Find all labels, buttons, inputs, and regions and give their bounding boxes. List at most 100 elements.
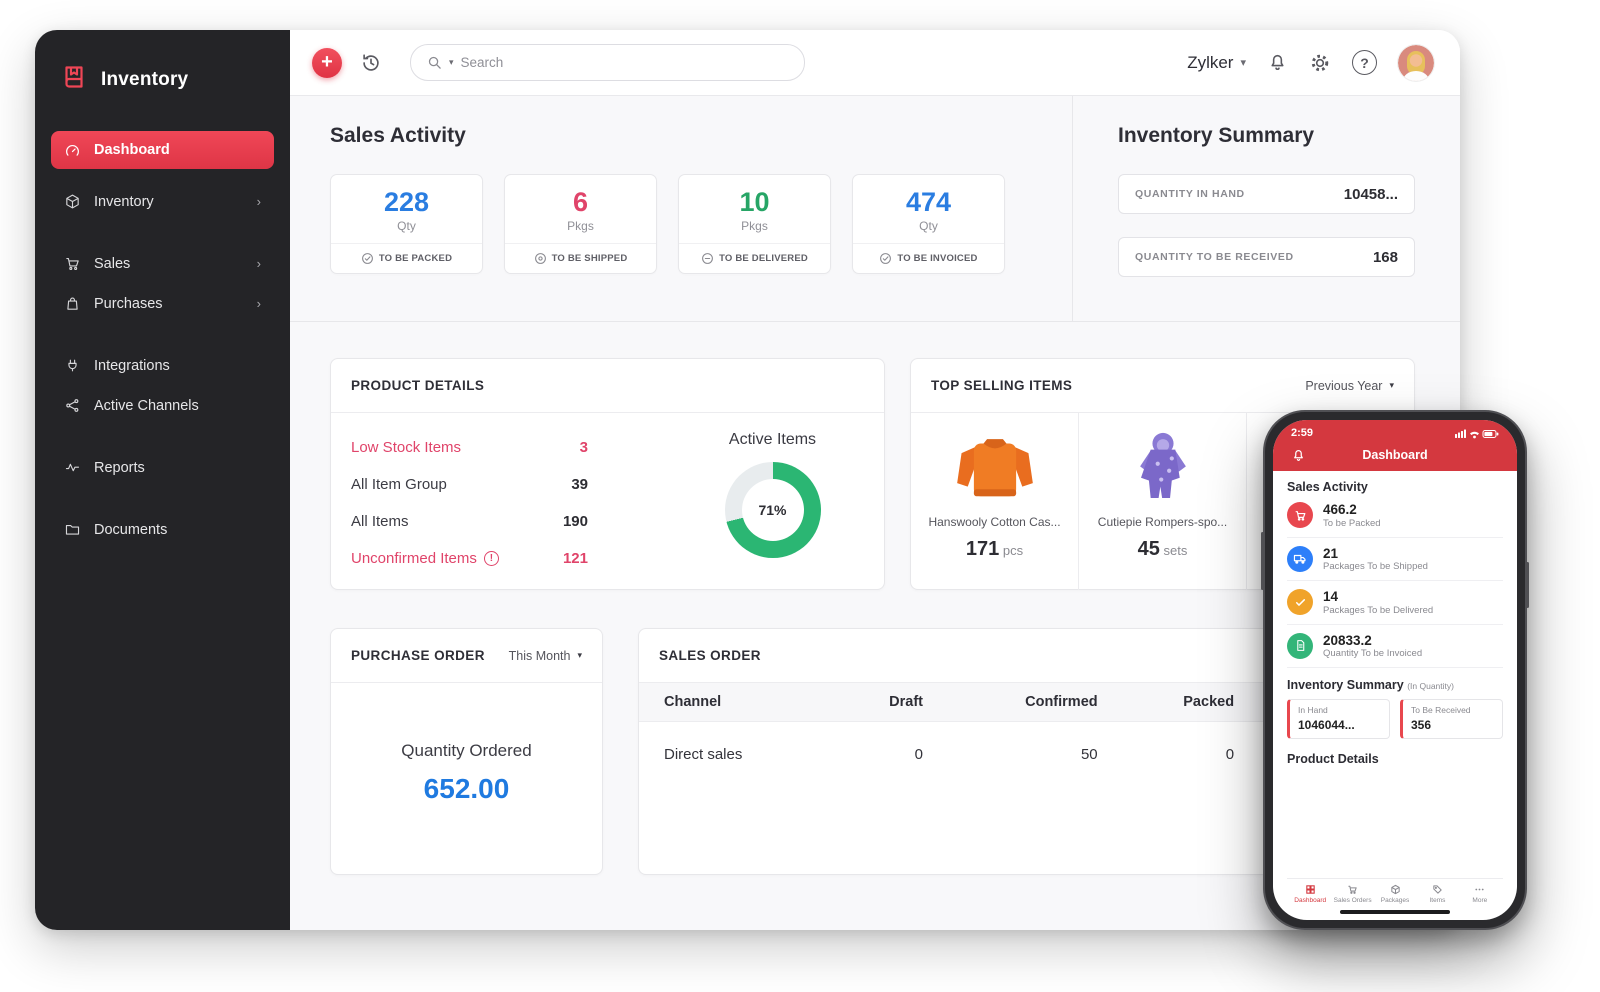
phone-content: Sales Activity 466.2 To be Packed 21 Pac… [1273, 471, 1517, 906]
metric-label: TO BE PACKED [331, 243, 482, 273]
chevron-right-icon: › [256, 194, 261, 209]
sidebar-item-label: Active Channels [94, 397, 199, 414]
phone-tab-more[interactable]: More [1459, 884, 1501, 904]
cart-icon [1287, 502, 1313, 529]
notifications-button[interactable] [1267, 52, 1288, 73]
plus-icon: + [321, 50, 333, 73]
info-icon[interactable]: ! [483, 551, 499, 566]
purchase-order-period-dropdown[interactable]: This Month ▾ [509, 649, 582, 663]
cart-icon [66, 257, 79, 271]
sidebar-item-purchases[interactable]: Purchases › [51, 285, 274, 322]
unconfirmed-items-row[interactable]: Unconfirmed Items ! 121 [351, 540, 588, 577]
pulse-chart-icon [65, 463, 80, 472]
phone-tab-sales-orders[interactable]: Sales Orders [1331, 884, 1373, 904]
search-input[interactable] [460, 55, 788, 70]
inventory-summary-title: Inventory Summary [1118, 124, 1315, 147]
app-title: Inventory [101, 68, 189, 90]
sidebar-item-label: Documents [94, 521, 168, 538]
sidebar-item-integrations[interactable]: Integrations [51, 347, 274, 384]
phone-tab-dashboard[interactable]: Dashboard [1289, 884, 1331, 904]
panel-title: PRODUCT DETAILS [351, 378, 485, 393]
item-qty: 45 sets [1137, 538, 1188, 560]
metric-value: 6 [572, 187, 589, 217]
summary-value: 10458... [1343, 185, 1398, 203]
metric-unit: Pkgs [741, 219, 768, 234]
phone-sales-activity-title: Sales Activity [1287, 480, 1368, 494]
app-logo: Inventory [59, 62, 274, 97]
item-qty: 171 pcs [965, 538, 1024, 560]
item-name: Hanswooly Cotton Cas... [928, 515, 1061, 529]
plug-icon [68, 359, 77, 372]
invoice-icon [1287, 632, 1313, 659]
quantity-ordered-value: 652.00 [423, 773, 510, 804]
settings-button[interactable] [1309, 52, 1331, 74]
sidebar-item-dashboard[interactable]: Dashboard [51, 131, 274, 169]
metric-label: TO BE INVOICED [853, 243, 1004, 273]
product-details-panel: PRODUCT DETAILS Low Stock Items 3 All It… [330, 358, 885, 590]
phone-tab-packages[interactable]: Packages [1374, 884, 1416, 904]
phone-time: 2:59 [1291, 427, 1314, 439]
sidebar-item-label: Integrations [94, 357, 170, 374]
metric-label: TO BE DELIVERED [679, 243, 830, 273]
top-selling-period-dropdown[interactable]: Previous Year ▾ [1305, 379, 1394, 393]
gear-icon [1311, 54, 1329, 71]
org-switcher[interactable]: Zylker ▾ [1187, 53, 1246, 73]
phone-status-header: 2:59 Dashboard [1273, 420, 1517, 471]
sales-activity-section: Sales Activity 228 Qty TO BE PACKED 6 Pk… [290, 96, 1072, 321]
quantity-to-be-received-box: QUANTITY TO BE RECEIVED 168 [1118, 237, 1415, 277]
sidebar-item-label: Purchases [94, 295, 163, 312]
grid-icon [1305, 885, 1315, 894]
phone-home-indicator [1340, 910, 1450, 914]
donut-percent-label: 71% [758, 502, 787, 518]
sweater-image [956, 439, 1033, 497]
tag-icon [1433, 885, 1442, 894]
status-icons [1455, 429, 1499, 438]
search-bar[interactable]: ▾ [410, 44, 805, 81]
phone-tab-items[interactable]: Items [1416, 884, 1458, 904]
topbar-right: Zylker ▾ ? [1187, 44, 1434, 81]
sidebar-item-label: Inventory [94, 193, 154, 210]
dashboard-icon [66, 144, 79, 156]
to-be-invoiced-card[interactable]: 474 Qty TO BE INVOICED [852, 174, 1005, 274]
phone-status-bar: 2:59 [1291, 427, 1499, 439]
top-selling-item[interactable]: Hanswooly Cotton Cas... 171 pcs [911, 413, 1079, 590]
inventory-summary-section: Inventory Summary QUANTITY IN HAND 10458… [1072, 96, 1460, 321]
sidebar-item-documents[interactable]: Documents [51, 511, 274, 548]
quantity-ordered-label: Quantity Ordered [401, 741, 532, 760]
metric-value: 474 [905, 187, 952, 217]
phone-metric-delivered[interactable]: 14 Packages To be Delivered [1287, 581, 1503, 625]
phone-metric-invoiced[interactable]: 20833.2 Quantity To be Invoiced [1287, 625, 1503, 669]
cart-icon [1348, 885, 1357, 894]
sidebar-item-inventory[interactable]: Inventory › [51, 183, 274, 220]
low-stock-items-row[interactable]: Low Stock Items 3 [351, 429, 588, 466]
all-items-row[interactable]: All Items 190 [351, 503, 588, 540]
recent-activity-button[interactable] [360, 52, 382, 74]
all-item-group-row[interactable]: All Item Group 39 [351, 466, 588, 503]
search-scope-caret-icon[interactable]: ▾ [449, 57, 454, 68]
user-avatar[interactable] [1398, 44, 1434, 81]
summary-label: QUANTITY IN HAND [1135, 188, 1245, 200]
sidebar-item-reports[interactable]: Reports [51, 449, 274, 486]
phone-page-title: Dashboard [1362, 448, 1428, 462]
active-items-label: Active Items [728, 431, 817, 448]
sidebar-item-active-channels[interactable]: Active Channels [51, 387, 274, 424]
top-selling-header: TOP SELLING ITEMS Previous Year ▾ [911, 359, 1414, 413]
col-draft: Draft [835, 683, 961, 722]
top-selling-item[interactable]: Cutiepie Rompers-spo... 45 sets [1079, 413, 1247, 590]
to-be-packed-card[interactable]: 228 Qty TO BE PACKED [330, 174, 483, 274]
summary-value: 168 [1372, 248, 1398, 266]
metric-unit: Qty [919, 219, 938, 234]
sidebar-item-sales[interactable]: Sales › [51, 245, 274, 282]
metric-value: 228 [383, 187, 430, 217]
phone-metric-packed[interactable]: 466.2 To be Packed [1287, 494, 1503, 538]
to-be-shipped-card[interactable]: 6 Pkgs TO BE SHIPPED [504, 174, 657, 274]
sales-activity-title: Sales Activity [330, 124, 466, 147]
sidebar-item-label: Sales [94, 255, 131, 272]
caret-down-icon: ▾ [577, 650, 582, 660]
to-be-delivered-card[interactable]: 10 Pkgs TO BE DELIVERED [678, 174, 831, 274]
help-button[interactable]: ? [1352, 50, 1377, 75]
quick-add-button[interactable]: + [312, 47, 342, 78]
chevron-right-icon: › [256, 296, 261, 311]
search-icon [428, 56, 441, 69]
phone-metric-shipped[interactable]: 21 Packages To be Shipped [1287, 538, 1503, 582]
